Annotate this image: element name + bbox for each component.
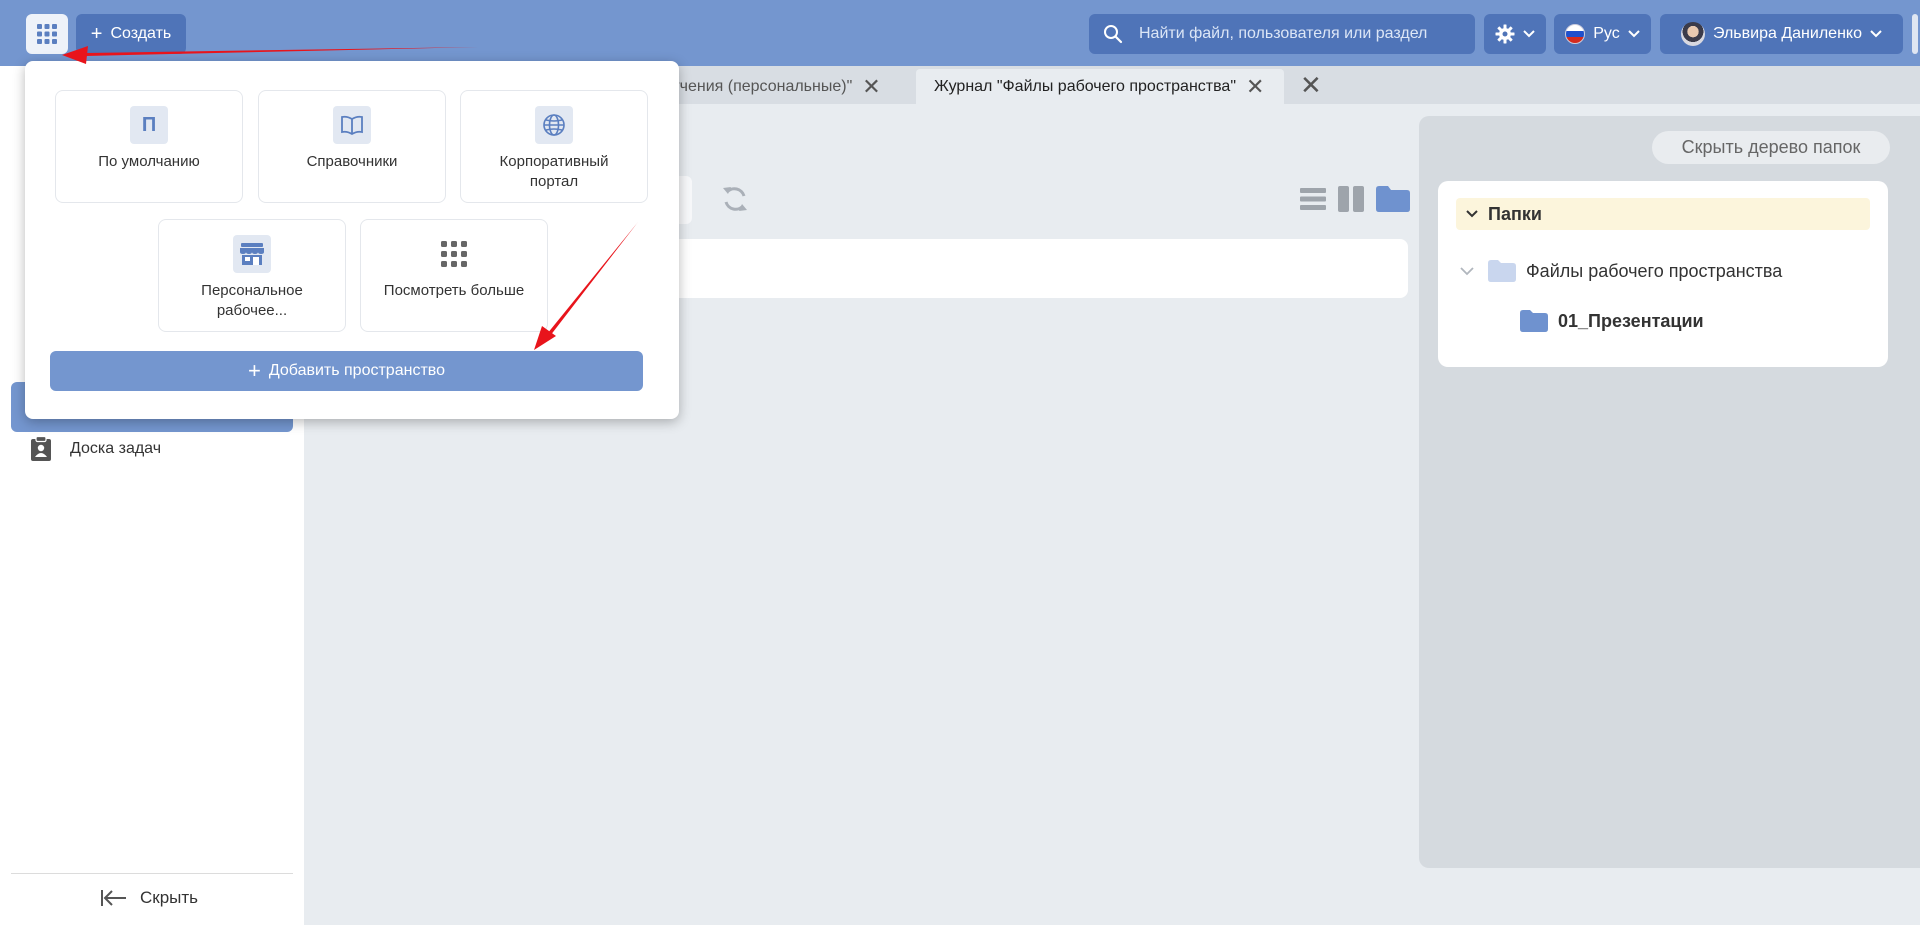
grid-icon bbox=[435, 235, 473, 273]
chevron-down-icon bbox=[1628, 30, 1640, 38]
store-icon bbox=[233, 235, 271, 273]
clipboard-user-icon bbox=[31, 436, 51, 461]
workspace-card-label: Персональное рабочее... bbox=[201, 282, 303, 319]
russian-flag-icon bbox=[1565, 24, 1586, 44]
sidebar-item-task-board[interactable]: Доска задач bbox=[30, 436, 161, 462]
tab-label: оручения (персональные)" bbox=[654, 77, 853, 95]
folder-node-presentations[interactable]: 01_Презентации bbox=[1520, 310, 1704, 332]
plus-icon: + bbox=[90, 23, 103, 45]
workspace-card-label: По умолчанию bbox=[98, 153, 200, 170]
create-button[interactable]: + Создать bbox=[76, 14, 186, 54]
list-view-icon[interactable] bbox=[1300, 187, 1326, 211]
create-button-label: Создать bbox=[110, 25, 172, 42]
top-header: + Создать Найти файл, пользователя или р… bbox=[0, 0, 1920, 66]
language-selector[interactable]: Рус bbox=[1554, 14, 1651, 54]
tab-assignments-personal[interactable]: оручения (персональные)" ✕ bbox=[654, 69, 881, 104]
gear-icon bbox=[1495, 24, 1515, 44]
folder-node-workspace-files[interactable]: Файлы рабочего пространства bbox=[1460, 260, 1782, 282]
folder-label: Файлы рабочего пространства bbox=[1526, 260, 1783, 281]
apps-menu-button[interactable] bbox=[26, 14, 68, 54]
close-icon[interactable]: ✕ bbox=[1246, 74, 1264, 100]
folder-label: 01_Презентации bbox=[1558, 310, 1704, 331]
add-space-button[interactable]: + Добавить пространство bbox=[50, 351, 643, 391]
avatar bbox=[1681, 22, 1705, 46]
add-space-label: Добавить пространство bbox=[268, 362, 445, 379]
chevron-down-icon bbox=[1870, 30, 1882, 38]
view-switcher bbox=[1300, 186, 1410, 212]
book-icon bbox=[333, 106, 371, 144]
folder-tree-title: Папки bbox=[1488, 203, 1542, 224]
refresh-icon[interactable] bbox=[720, 184, 750, 218]
search-placeholder: Найти файл, пользователя или раздел bbox=[1139, 25, 1428, 42]
tab-label: Журнал "Файлы рабочего пространства" bbox=[934, 77, 1237, 95]
workspace-card-see-more[interactable]: Посмотреть больше bbox=[360, 219, 548, 332]
columns-view-icon[interactable] bbox=[1338, 186, 1364, 212]
workspace-card-label: Посмотреть больше bbox=[383, 282, 525, 299]
letter-p-icon: П bbox=[130, 106, 168, 144]
sidebar-item-label: Доска задач bbox=[70, 440, 162, 457]
workspace-card-personal[interactable]: Персональное рабочее... bbox=[158, 219, 346, 332]
user-menu-button[interactable]: Эльвира Даниленко bbox=[1660, 14, 1903, 54]
user-name: Эльвира Даниленко bbox=[1713, 25, 1862, 42]
breadcrumb-bar bbox=[660, 239, 1408, 298]
hide-sidebar-button[interactable]: Скрыть bbox=[100, 888, 198, 908]
hide-sidebar-label: Скрыть bbox=[140, 888, 199, 907]
chevron-down-icon bbox=[1523, 30, 1535, 38]
chevron-down-icon[interactable] bbox=[1460, 266, 1474, 276]
folder-tree-header[interactable]: Папки bbox=[1456, 198, 1870, 230]
workspace-card-default[interactable]: П По умолчанию bbox=[55, 90, 243, 203]
search-icon bbox=[1104, 25, 1123, 44]
workspace-menu-popup: П По умолчанию Справочники Корпоративный… bbox=[25, 61, 679, 419]
globe-icon bbox=[535, 106, 573, 144]
collapse-left-icon bbox=[101, 890, 126, 906]
plus-icon: + bbox=[248, 358, 261, 383]
workspace-card-directories[interactable]: Справочники bbox=[258, 90, 446, 203]
language-label: Рус bbox=[1593, 25, 1620, 42]
close-all-tabs-icon[interactable]: ✕ bbox=[1300, 70, 1322, 101]
chevron-down-icon bbox=[1466, 210, 1478, 218]
workspace-card-label: Справочники bbox=[306, 153, 398, 170]
divider bbox=[11, 873, 293, 874]
folder-view-icon[interactable] bbox=[1376, 186, 1410, 212]
grid-icon bbox=[37, 24, 57, 44]
close-icon[interactable]: ✕ bbox=[862, 74, 880, 100]
workspace-card-corporate-portal[interactable]: Корпоративный портал bbox=[460, 90, 648, 203]
header-scroll-edge bbox=[1912, 14, 1918, 54]
workspace-card-label: Корпоративный портал bbox=[499, 153, 609, 190]
settings-button[interactable] bbox=[1484, 14, 1546, 54]
folder-icon bbox=[1520, 310, 1548, 332]
tab-workspace-files-journal[interactable]: Журнал "Файлы рабочего пространства" ✕ bbox=[916, 69, 1284, 104]
search-field[interactable]: Найти файл, пользователя или раздел bbox=[1089, 14, 1475, 54]
hide-folder-tree-button[interactable]: Скрыть дерево папок bbox=[1652, 131, 1890, 164]
folder-icon bbox=[1488, 260, 1516, 282]
